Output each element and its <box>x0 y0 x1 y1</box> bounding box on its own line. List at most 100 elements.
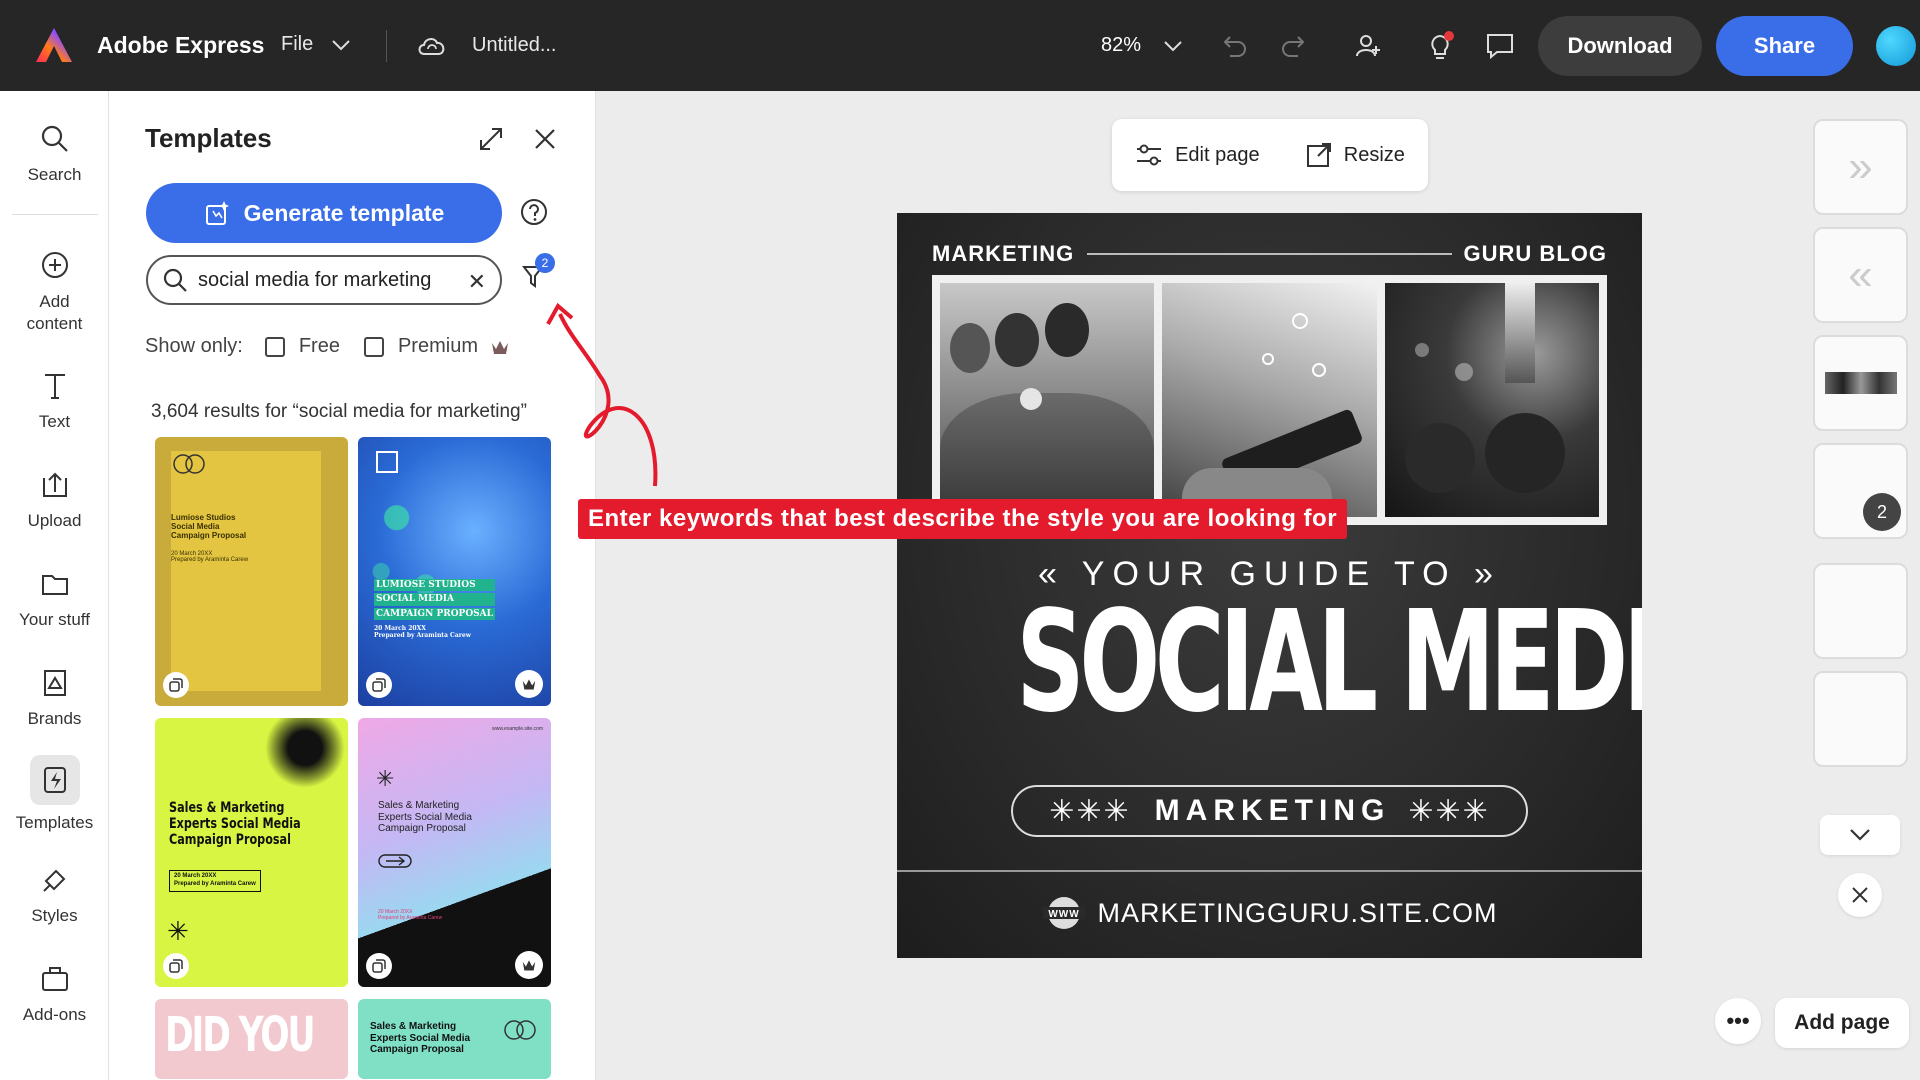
avatar[interactable] <box>1876 26 1916 66</box>
template-card[interactable]: LUMIOSE STUDIOS SOCIAL MEDIA CAMPAIGN PR… <box>358 437 551 706</box>
resize-button[interactable]: Resize <box>1306 142 1405 168</box>
top-bar: Adobe Express File Untitled... 82% Downl… <box>0 0 1920 91</box>
generate-template-button[interactable]: Generate template <box>146 183 502 243</box>
design-header-left[interactable]: MARKETING <box>932 241 1074 267</box>
expand-icon[interactable] <box>477 125 505 153</box>
generate-template-label: Generate template <box>243 199 445 226</box>
template-line: Campaign Proposal <box>370 1044 464 1055</box>
rail-item-your-stuff[interactable]: Your stuff <box>0 566 109 630</box>
close-pages-button[interactable] <box>1838 873 1882 917</box>
free-checkbox[interactable] <box>264 336 285 357</box>
close-icon[interactable] <box>533 127 557 151</box>
rail-item-styles[interactable]: Styles <box>0 862 109 926</box>
design-headline[interactable]: SOCIAL MEDIA <box>1016 593 1642 733</box>
more-options-button[interactable]: ••• <box>1715 998 1761 1044</box>
template-line: CAMPAIGN PROPOSAL <box>374 607 495 621</box>
rail-item-search[interactable]: Search <box>0 121 109 185</box>
rail-label: Brands <box>27 709 82 728</box>
clear-search-icon[interactable]: ✕ <box>468 269 486 295</box>
rail-label: Add content <box>26 292 83 334</box>
cloud-sync-icon[interactable] <box>416 32 448 60</box>
design-pill-text: MARKETING <box>1154 794 1391 827</box>
file-menu-label: File <box>281 33 314 55</box>
brands-icon <box>37 665 73 701</box>
adobe-express-logo-icon[interactable] <box>34 26 74 64</box>
template-search[interactable]: ✕ <box>146 255 502 305</box>
design-pill[interactable]: ✳✳✳ MARKETING ✳✳✳ <box>1011 785 1528 837</box>
template-card[interactable]: www.example.site.com ✳ Sales & Marketing… <box>358 718 551 987</box>
scroll-pages-down-button[interactable] <box>1820 815 1900 855</box>
search-icon <box>37 121 73 157</box>
page-thumbnail[interactable] <box>1813 671 1908 767</box>
globe-www-icon: WWW <box>1043 897 1086 929</box>
photo-city-night[interactable] <box>1384 283 1599 517</box>
page-thumbnail[interactable] <box>1813 335 1908 431</box>
document-title[interactable]: Untitled... <box>472 34 556 57</box>
template-card[interactable]: Sales & Marketing Experts Social Media C… <box>155 718 348 987</box>
undo-icon[interactable] <box>1218 30 1250 62</box>
template-card[interactable]: Lumiose Studios Social Media Campaign Pr… <box>155 437 348 706</box>
page-thumbnail[interactable]: » <box>1813 119 1908 215</box>
duplicate-icon[interactable] <box>366 953 392 979</box>
styles-icon <box>37 862 73 898</box>
photo-strip-thumbnail <box>1824 372 1897 394</box>
template-card[interactable]: DID YOU <box>155 999 348 1079</box>
redo-icon[interactable] <box>1278 30 1310 62</box>
circles-logo-icon <box>173 454 205 474</box>
download-button[interactable]: Download <box>1538 16 1702 76</box>
lightbulb-icon[interactable] <box>1424 30 1456 62</box>
template-line: Experts Social Media <box>378 811 472 823</box>
comment-icon[interactable] <box>1484 30 1516 62</box>
design-url-text: MARKETINGGURU.SITE.COM <box>1097 897 1498 928</box>
edit-page-label: Edit page <box>1175 143 1260 166</box>
design-page[interactable]: MARKETING GURU BLOG « YOUR GUIDE TO » SO… <box>897 213 1642 958</box>
template-line: DID YOU <box>165 1007 316 1063</box>
rail-label: Text <box>38 412 71 431</box>
folder-icon <box>37 566 73 602</box>
text-icon <box>37 368 73 404</box>
premium-checkbox[interactable] <box>363 336 384 357</box>
template-line: Campaign Proposal <box>169 832 291 849</box>
photo-group-friends[interactable] <box>940 283 1155 517</box>
share-button[interactable]: Share <box>1716 16 1853 76</box>
show-only-label: Show only: <box>145 335 243 357</box>
template-line: Prepared by Araminta Carew <box>174 880 256 887</box>
duplicate-icon[interactable] <box>163 672 189 698</box>
help-icon[interactable] <box>520 198 548 226</box>
chevron-down-icon <box>1164 40 1182 51</box>
design-header-line <box>1087 253 1452 255</box>
rail-item-brands[interactable]: Brands <box>0 665 109 729</box>
addons-icon <box>37 961 73 997</box>
rail-item-upload[interactable]: Upload <box>0 467 109 531</box>
page-number-badge: 2 <box>1863 493 1901 531</box>
design-header-right[interactable]: GURU BLOG <box>1464 241 1607 267</box>
design-url[interactable]: WWW MARKETINGGURU.SITE.COM <box>897 895 1642 931</box>
rail-label: Styles <box>31 906 78 925</box>
rail-item-templates[interactable]: Templates <box>0 755 109 833</box>
photo-phone-hand[interactable] <box>1162 283 1377 517</box>
rail-label: Your stuff <box>19 610 90 629</box>
arrow-right-icon <box>378 854 412 868</box>
rail-label: Search <box>27 165 82 184</box>
add-page-button[interactable]: Add page <box>1775 998 1909 1048</box>
design-photo-strip[interactable] <box>932 275 1607 525</box>
template-card[interactable]: Sales & Marketing Experts Social Media C… <box>358 999 551 1079</box>
templates-panel: Templates Generate template ✕ 2 Show onl… <box>109 91 596 1080</box>
rail-item-text[interactable]: Text <box>0 368 109 432</box>
invite-user-icon[interactable] <box>1352 30 1384 62</box>
file-menu[interactable]: File <box>281 33 351 56</box>
search-input[interactable] <box>198 268 458 292</box>
edit-page-button[interactable]: Edit page <box>1135 143 1260 167</box>
free-label: Free <box>298 335 340 357</box>
template-line: Experts Social Media <box>169 816 301 833</box>
toolbar-divider <box>386 30 387 62</box>
zoom-control[interactable]: 82% <box>1101 34 1183 57</box>
results-count: 3,604 results for “social media for mark… <box>151 401 527 422</box>
duplicate-icon[interactable] <box>163 953 189 979</box>
templates-icon <box>29 755 80 805</box>
rail-item-add-content[interactable]: Add content <box>0 247 109 335</box>
rail-item-add-ons[interactable]: Add-ons <box>0 961 109 1025</box>
page-thumbnail[interactable] <box>1813 563 1908 659</box>
page-thumbnail[interactable]: « <box>1813 227 1908 323</box>
duplicate-icon[interactable] <box>366 672 392 698</box>
